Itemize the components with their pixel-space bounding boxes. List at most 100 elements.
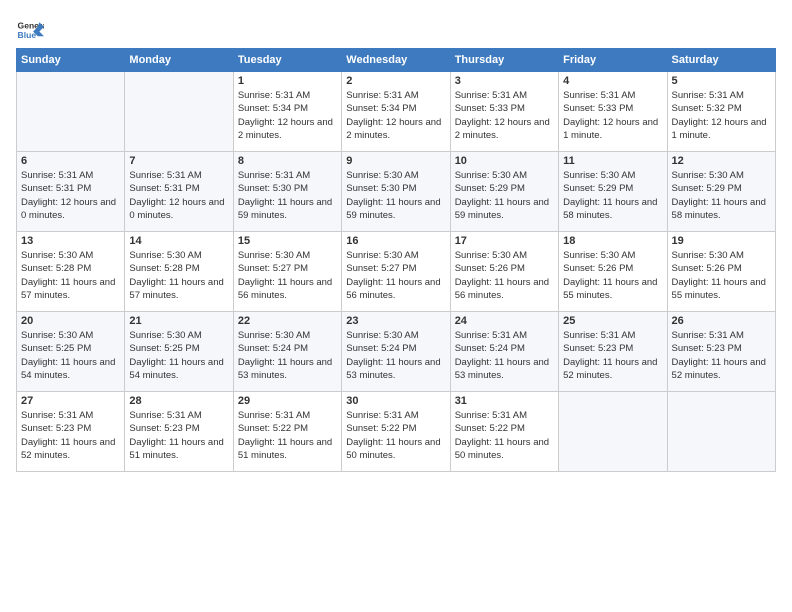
cell-info: Sunrise: 5:31 AMSunset: 5:34 PMDaylight:…: [238, 89, 337, 142]
calendar-cell: 29 Sunrise: 5:31 AMSunset: 5:22 PMDayligh…: [233, 392, 341, 472]
day-number: 28: [129, 395, 228, 407]
cell-info: Sunrise: 5:30 AMSunset: 5:27 PMDaylight:…: [346, 249, 445, 302]
day-number: 18: [563, 235, 662, 247]
cell-info: Sunrise: 5:31 AMSunset: 5:23 PMDaylight:…: [21, 409, 120, 462]
day-number: 13: [21, 235, 120, 247]
calendar-cell: 15 Sunrise: 5:30 AMSunset: 5:27 PMDayligh…: [233, 232, 341, 312]
cell-info: Sunrise: 5:30 AMSunset: 5:28 PMDaylight:…: [129, 249, 228, 302]
calendar-cell: [17, 72, 125, 152]
cell-info: Sunrise: 5:31 AMSunset: 5:33 PMDaylight:…: [455, 89, 554, 142]
cell-info: Sunrise: 5:31 AMSunset: 5:30 PMDaylight:…: [238, 169, 337, 222]
calendar-body: 1 Sunrise: 5:31 AMSunset: 5:34 PMDaylight…: [17, 72, 776, 472]
header-thursday: Thursday: [450, 49, 558, 72]
logo: General Blue: [16, 16, 44, 44]
calendar-week-3: 13 Sunrise: 5:30 AMSunset: 5:28 PMDayligh…: [17, 232, 776, 312]
header-monday: Monday: [125, 49, 233, 72]
day-number: 14: [129, 235, 228, 247]
day-number: 12: [672, 155, 771, 167]
day-number: 4: [563, 75, 662, 87]
calendar-cell: 25Sunrise: 5:31 AMSunset: 5:23 PMDayligh…: [559, 312, 667, 392]
cell-info: Sunrise: 5:31 AMSunset: 5:34 PMDaylight:…: [346, 89, 445, 142]
day-number: 19: [672, 235, 771, 247]
cell-info: Sunrise: 5:30 AMSunset: 5:30 PMDaylight:…: [346, 169, 445, 222]
day-number: 27: [21, 395, 120, 407]
calendar-cell: 17 Sunrise: 5:30 AMSunset: 5:26 PMDayligh…: [450, 232, 558, 312]
day-number: 7: [129, 155, 228, 167]
calendar-cell: 12 Sunrise: 5:30 AMSunset: 5:29 PMDayligh…: [667, 152, 775, 232]
logo-icon: General Blue: [16, 16, 44, 44]
calendar-cell: 6 Sunrise: 5:31 AMSunset: 5:31 PMDaylight…: [17, 152, 125, 232]
cell-info: Sunrise: 5:31 AMSunset: 5:22 PMDaylight:…: [238, 409, 337, 462]
calendar-cell: 26 Sunrise: 5:31 AMSunset: 5:23 PMDayligh…: [667, 312, 775, 392]
cell-info: Sunrise: 5:31 AMSunset: 5:24 PMDaylight:…: [455, 329, 554, 382]
calendar-cell: 10 Sunrise: 5:30 AMSunset: 5:29 PMDayligh…: [450, 152, 558, 232]
calendar-cell: [667, 392, 775, 472]
calendar-cell: 24 Sunrise: 5:31 AMSunset: 5:24 PMDayligh…: [450, 312, 558, 392]
day-number: 9: [346, 155, 445, 167]
day-number: 10: [455, 155, 554, 167]
calendar-cell: 16 Sunrise: 5:30 AMSunset: 5:27 PMDayligh…: [342, 232, 450, 312]
day-number: 20: [21, 315, 120, 327]
cell-info: Sunrise: 5:31 AMSunset: 5:23 PMDaylight:…: [563, 329, 662, 382]
day-number: 15: [238, 235, 337, 247]
calendar-cell: 18 Sunrise: 5:30 AMSunset: 5:26 PMDayligh…: [559, 232, 667, 312]
calendar-cell: 2 Sunrise: 5:31 AMSunset: 5:34 PMDaylight…: [342, 72, 450, 152]
day-number: 5: [672, 75, 771, 87]
cell-info: Sunrise: 5:30 AMSunset: 5:26 PMDaylight:…: [563, 249, 662, 302]
calendar-week-4: 20 Sunrise: 5:30 AMSunset: 5:25 PMDayligh…: [17, 312, 776, 392]
cell-info: Sunrise: 5:30 AMSunset: 5:24 PMDaylight:…: [238, 329, 337, 382]
day-number: 1: [238, 75, 337, 87]
calendar-cell: 31 Sunrise: 5:31 AMSunset: 5:22 PMDayligh…: [450, 392, 558, 472]
calendar-table: SundayMondayTuesdayWednesdayThursdayFrid…: [16, 48, 776, 472]
calendar-week-5: 27 Sunrise: 5:31 AMSunset: 5:23 PMDayligh…: [17, 392, 776, 472]
cell-info: Sunrise: 5:30 AMSunset: 5:28 PMDaylight:…: [21, 249, 120, 302]
cell-info: Sunrise: 5:30 AMSunset: 5:24 PMDaylight:…: [346, 329, 445, 382]
cell-info: Sunrise: 5:30 AMSunset: 5:26 PMDaylight:…: [455, 249, 554, 302]
day-number: 22: [238, 315, 337, 327]
header-sunday: Sunday: [17, 49, 125, 72]
header-wednesday: Wednesday: [342, 49, 450, 72]
cell-info: Sunrise: 5:30 AMSunset: 5:27 PMDaylight:…: [238, 249, 337, 302]
header-tuesday: Tuesday: [233, 49, 341, 72]
cell-info: Sunrise: 5:31 AMSunset: 5:31 PMDaylight:…: [129, 169, 228, 222]
day-number: 24: [455, 315, 554, 327]
day-number: 8: [238, 155, 337, 167]
calendar-cell: 22 Sunrise: 5:30 AMSunset: 5:24 PMDayligh…: [233, 312, 341, 392]
day-number: 31: [455, 395, 554, 407]
day-number: 21: [129, 315, 228, 327]
calendar-cell: 23 Sunrise: 5:30 AMSunset: 5:24 PMDayligh…: [342, 312, 450, 392]
calendar-cell: 30 Sunrise: 5:31 AMSunset: 5:22 PMDayligh…: [342, 392, 450, 472]
calendar-cell: 21 Sunrise: 5:30 AMSunset: 5:25 PMDayligh…: [125, 312, 233, 392]
calendar-cell: 11Sunrise: 5:30 AMSunset: 5:29 PMDayligh…: [559, 152, 667, 232]
cell-info: Sunrise: 5:31 AMSunset: 5:22 PMDaylight:…: [455, 409, 554, 462]
cell-info: Sunrise: 5:31 AMSunset: 5:23 PMDaylight:…: [672, 329, 771, 382]
cell-info: Sunrise: 5:30 AMSunset: 5:29 PMDaylight:…: [455, 169, 554, 222]
calendar-cell: 4Sunrise: 5:31 AMSunset: 5:33 PMDaylight…: [559, 72, 667, 152]
cell-info: Sunrise: 5:30 AMSunset: 5:25 PMDaylight:…: [129, 329, 228, 382]
day-number: 6: [21, 155, 120, 167]
cell-info: Sunrise: 5:31 AMSunset: 5:23 PMDaylight:…: [129, 409, 228, 462]
day-number: 23: [346, 315, 445, 327]
cell-info: Sunrise: 5:30 AMSunset: 5:26 PMDaylight:…: [672, 249, 771, 302]
day-number: 2: [346, 75, 445, 87]
day-number: 30: [346, 395, 445, 407]
calendar-cell: 28 Sunrise: 5:31 AMSunset: 5:23 PMDayligh…: [125, 392, 233, 472]
cell-info: Sunrise: 5:30 AMSunset: 5:25 PMDaylight:…: [21, 329, 120, 382]
calendar-cell: 13 Sunrise: 5:30 AMSunset: 5:28 PMDayligh…: [17, 232, 125, 312]
header-saturday: Saturday: [667, 49, 775, 72]
header-friday: Friday: [559, 49, 667, 72]
calendar-cell: 14 Sunrise: 5:30 AMSunset: 5:28 PMDayligh…: [125, 232, 233, 312]
calendar-week-2: 6 Sunrise: 5:31 AMSunset: 5:31 PMDaylight…: [17, 152, 776, 232]
cell-info: Sunrise: 5:30 AMSunset: 5:29 PMDaylight:…: [672, 169, 771, 222]
cell-info: Sunrise: 5:31 AMSunset: 5:32 PMDaylight:…: [672, 89, 771, 142]
day-number: 26: [672, 315, 771, 327]
cell-info: Sunrise: 5:30 AMSunset: 5:29 PMDaylight:…: [563, 169, 662, 222]
cell-info: Sunrise: 5:31 AMSunset: 5:31 PMDaylight:…: [21, 169, 120, 222]
calendar-cell: 1 Sunrise: 5:31 AMSunset: 5:34 PMDaylight…: [233, 72, 341, 152]
calendar-cell: 20 Sunrise: 5:30 AMSunset: 5:25 PMDayligh…: [17, 312, 125, 392]
cell-info: Sunrise: 5:31 AMSunset: 5:22 PMDaylight:…: [346, 409, 445, 462]
calendar-cell: 5 Sunrise: 5:31 AMSunset: 5:32 PMDaylight…: [667, 72, 775, 152]
day-number: 16: [346, 235, 445, 247]
day-number: 17: [455, 235, 554, 247]
day-number: 29: [238, 395, 337, 407]
